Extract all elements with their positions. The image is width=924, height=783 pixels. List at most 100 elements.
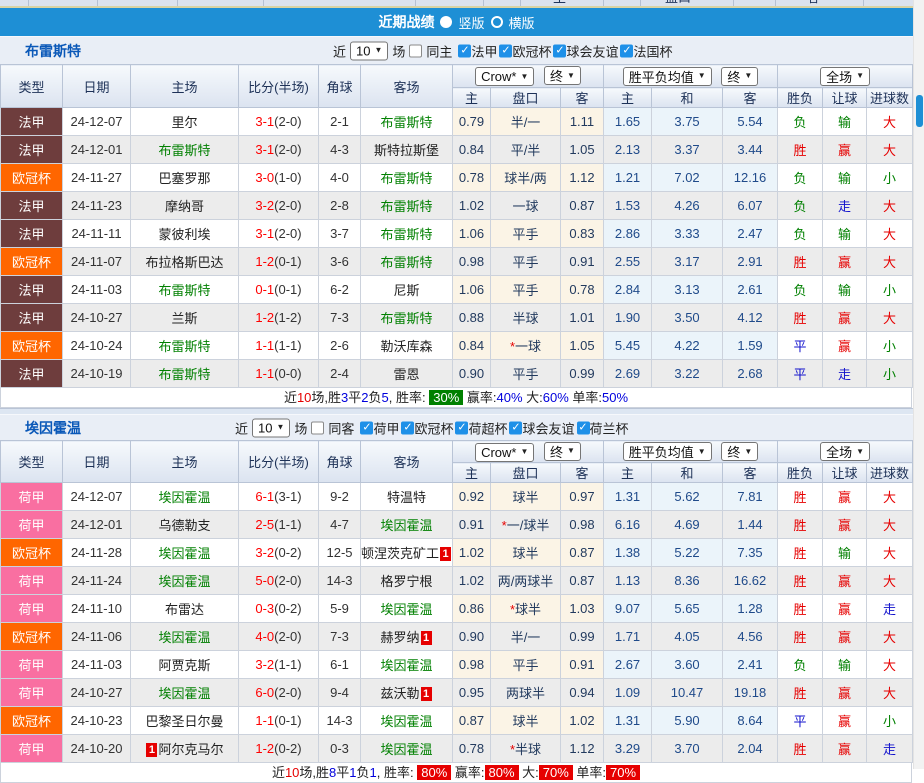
handicap-result-cell: 赢 [822, 510, 868, 539]
team-name: 布雷斯特 [380, 171, 433, 186]
goals-result-cell: 大 [866, 538, 914, 567]
corner-cell: 2-6 [318, 331, 361, 360]
team-name: 布雷斯特 [380, 227, 433, 242]
handicap-result-cell: 走 [822, 191, 868, 220]
summary-text: 单率: [572, 765, 607, 780]
league-filter-label: 球会友谊 [522, 421, 575, 436]
odds-state-select[interactable]: 终 ▼ [544, 441, 581, 461]
avg-state-select[interactable]: 终 ▼ [721, 442, 759, 461]
col-date: 日期 [62, 440, 131, 483]
same-venue-checkbox[interactable] [311, 421, 325, 434]
games-count-select[interactable]: 10 ▼ [252, 418, 291, 437]
corner-cell: 14-3 [318, 566, 361, 595]
away-team-cell: 布雷斯特 [360, 219, 453, 248]
odds-away-cell: 1.05 [559, 135, 605, 164]
checkbox-checked-icon[interactable]: ✓ [401, 421, 415, 434]
same-venue-checkbox[interactable] [409, 44, 423, 57]
horizontal-layout-label[interactable]: 横版 [509, 13, 535, 32]
result-cell: 胜 [777, 678, 824, 707]
avg-home-cell: 1.53 [603, 191, 653, 220]
league-filter-item[interactable]: ✓ 法国杯 [620, 41, 673, 60]
odds-source-select[interactable]: Crow* ▼ [475, 442, 535, 462]
league-filter-item[interactable]: ✓ 欧冠杯 [499, 41, 551, 60]
vertical-layout-label[interactable]: 竖版 [458, 13, 484, 32]
checkbox-checked-icon[interactable]: ✓ [576, 421, 590, 434]
avg-state-select[interactable]: 终 ▼ [721, 66, 759, 86]
team-name: 布雷斯特 [380, 255, 433, 270]
sub-col-odds-home: 主 [452, 462, 491, 483]
scrollbar[interactable] [913, 0, 924, 769]
games-label: 场 [392, 44, 406, 59]
red-card-badge: 1 [420, 631, 432, 645]
checkbox-checked-icon[interactable]: ✓ [455, 421, 469, 434]
date-cell: 24-10-20 [62, 734, 131, 763]
games-count-select[interactable]: 10 ▼ [350, 41, 389, 60]
checkbox-checked-icon[interactable]: ✓ [499, 44, 513, 57]
odds-source-select[interactable]: Crow* ▼ [475, 67, 535, 86]
filter-bar: 近 10 ▼ 场 同客 ✓ 荷甲 ✓ 欧冠杯 ✓ 荷超杯 ✓ 球会友谊 ✓ 荷兰杯 [235, 418, 629, 437]
avg-odds-select[interactable]: 胜平负均值 ▼ [622, 66, 712, 86]
scope-select[interactable]: 全场 ▼ [820, 66, 870, 86]
league-filter-label: 荷甲 [373, 421, 400, 436]
column-divider [415, 0, 416, 6]
away-team-cell: 埃因霍温 [360, 734, 453, 763]
scrollbar-thumb[interactable] [916, 95, 923, 127]
scope-select[interactable]: 全场 ▼ [820, 442, 870, 461]
date-cell: 24-10-19 [62, 359, 131, 388]
checkbox-checked-icon[interactable]: ✓ [620, 44, 634, 57]
checkbox-checked-icon[interactable]: ✓ [509, 421, 523, 434]
league-filter-item[interactable]: ✓ 球会友谊 [553, 41, 618, 60]
table-row: 荷甲 24-11-24 埃因霍温 5-0(2-0) 14-3 格罗宁根 1.02 两/两球半 0… [0, 566, 914, 595]
sub-col-handicap: 盘口 [490, 87, 561, 108]
goals-result-cell: 大 [866, 510, 914, 539]
odds-away-cell: 1.11 [559, 107, 605, 136]
games-label: 场 [294, 421, 308, 436]
goals-result-cell: 走 [866, 594, 914, 623]
goals-result-cell: 走 [866, 734, 914, 763]
league-filter-item[interactable]: ✓ 荷超杯 [455, 418, 507, 437]
table-row: 法甲 24-10-27 兰斯 1-2(1-2) 7-3 布雷斯特 0.88 半球 1.01 1.9… [0, 303, 914, 332]
checkbox-checked-icon[interactable]: ✓ [458, 44, 472, 57]
goals-result-cell: 大 [866, 303, 914, 332]
fulltime-score: 3-2 [255, 198, 275, 213]
checkbox-checked-icon[interactable]: ✓ [553, 44, 567, 57]
avg-away-cell: 6.07 [722, 191, 779, 220]
radio-horizontal[interactable] [490, 16, 503, 28]
summary-text: 大: [518, 765, 539, 780]
handicap-result-cell: 输 [822, 107, 868, 136]
fulltime-score: 1-1 [255, 338, 275, 353]
checkbox-checked-icon[interactable]: ✓ [360, 421, 374, 434]
odds-state-select[interactable]: 终 ▼ [544, 66, 581, 85]
score-cell: 0-3(0-2) [238, 594, 319, 623]
home-team-cell: 布拉格斯巴达 [130, 247, 239, 276]
handicap-result-cell: 输 [822, 275, 868, 304]
corner-cell: 7-3 [318, 303, 361, 332]
league-filter-item[interactable]: ✓ 荷兰杯 [576, 418, 629, 437]
league-filter-item[interactable]: ✓ 法甲 [458, 41, 497, 60]
summary-text: 70% [538, 765, 573, 780]
near-label: 近 [235, 421, 249, 436]
handicap-cell: 半/一 [490, 622, 561, 651]
avg-draw-cell: 4.69 [651, 510, 724, 539]
avg-away-cell: 1.44 [722, 510, 779, 539]
radio-vertical-selected[interactable] [440, 16, 453, 28]
score-cell: 1-1(1-1) [238, 331, 319, 360]
avg-away-cell: 8.64 [722, 706, 779, 735]
home-team-cell: 巴黎圣日尔曼 [130, 706, 239, 735]
league-filter-item[interactable]: ✓ 欧冠杯 [401, 418, 453, 437]
away-team-cell: 兹沃勒 1 [360, 678, 453, 707]
odds-away-cell: 0.78 [559, 275, 605, 304]
league-filter-item[interactable]: ✓ 荷甲 [360, 418, 399, 437]
avg-draw-cell: 5.90 [651, 706, 724, 735]
league-filter-item[interactable]: ✓ 球会友谊 [509, 418, 575, 437]
team-name: 摩纳哥 [164, 199, 204, 214]
avg-home-cell: 2.86 [603, 219, 653, 248]
goals-result-cell: 大 [866, 482, 914, 511]
avg-odds-select[interactable]: 胜平负均值 ▼ [622, 442, 712, 461]
team-name: 布雷达 [164, 602, 204, 617]
col-corner: 角球 [318, 440, 361, 483]
avg-draw-cell: 4.05 [651, 622, 724, 651]
date-cell: 24-10-27 [62, 303, 131, 332]
chevron-down-icon: ▼ [856, 446, 864, 456]
result-cell: 负 [777, 275, 824, 304]
